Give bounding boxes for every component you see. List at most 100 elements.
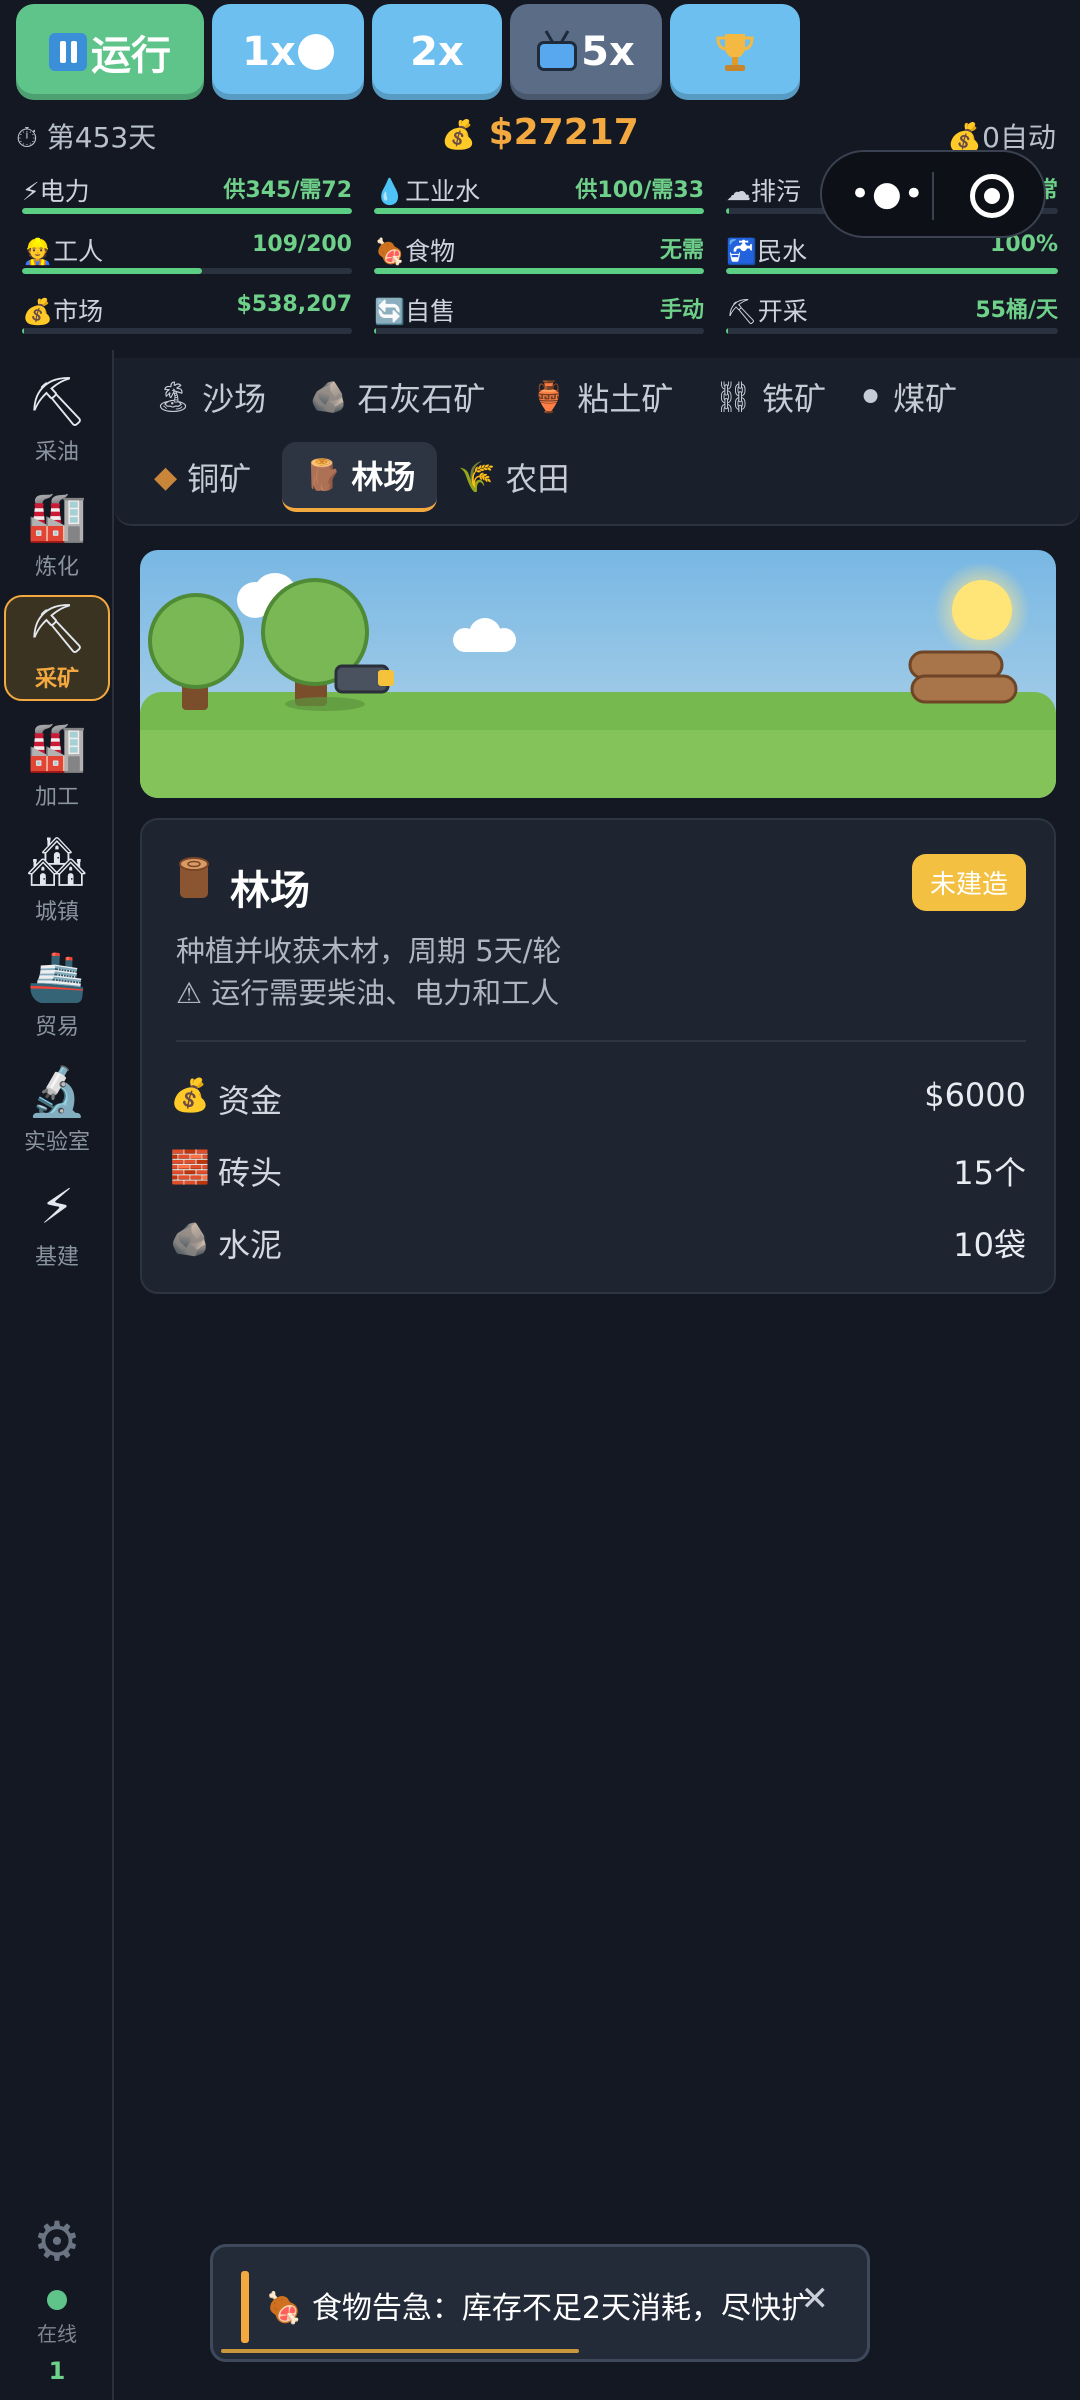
run-label: 运行: [91, 33, 171, 79]
stat-self-sell[interactable]: 🔄自售 手动: [374, 292, 704, 334]
stat-label: 市场: [53, 297, 104, 326]
cycle-icon: 🔄: [374, 297, 406, 326]
rock-icon: 🪨: [310, 379, 348, 415]
tab-sand[interactable]: 🏝 沙场: [132, 362, 288, 432]
online-status: 在线 1: [0, 2290, 114, 2385]
tab-label: 煤矿: [893, 380, 958, 418]
sidebar-item-label: 贸易: [34, 1015, 79, 1040]
speed-2x-button[interactable]: 2x: [372, 4, 502, 100]
worker-icon: 👷: [22, 237, 54, 266]
tab-forest[interactable]: 🪵 林场: [282, 442, 438, 512]
money-bag-icon: 💰: [22, 297, 54, 326]
gear-icon: ⚙: [32, 2210, 82, 2273]
stat-label: 电力: [39, 177, 90, 206]
pickaxe-icon: ⛏: [26, 601, 88, 657]
tab-copper[interactable]: ◆ 铜矿: [132, 442, 273, 512]
cloud-icon: ☁: [726, 177, 751, 206]
tab-label: 石灰石矿: [357, 380, 486, 418]
stat-value: 无需: [659, 238, 704, 263]
toast-message: 🍖 食物告急：库存不足2天消耗，尽快扩: [265, 2291, 811, 2326]
sun: [952, 580, 1012, 640]
speed-1x-button[interactable]: 1x: [212, 4, 364, 100]
factory-icon: 🏭: [27, 489, 87, 545]
cost-name: 砖头: [218, 1154, 283, 1192]
close-target-icon[interactable]: [970, 174, 1014, 218]
online-count: 1: [48, 2357, 66, 2385]
cost-row-cement: 🪨 水泥 10袋: [170, 1214, 1026, 1270]
stat-label: 开采: [757, 297, 808, 326]
building-title: 林场: [230, 868, 310, 914]
chain-icon: ⛓: [714, 379, 753, 415]
tab-label: 沙场: [202, 380, 267, 418]
stat-bar: [374, 208, 704, 214]
stat-value: 55桶/天: [975, 298, 1058, 323]
sidebar-item-label: 采油: [34, 440, 79, 465]
settings-button[interactable]: ⚙: [0, 2210, 114, 2273]
wood-log-icon: 🪵: [304, 457, 342, 493]
forest-scene-svg: [140, 562, 1056, 798]
speed-5x-button[interactable]: 5x: [510, 4, 662, 100]
tab-farmland[interactable]: 🌾 农田: [436, 442, 591, 512]
miniprogram-capsule: •●•: [820, 150, 1046, 238]
stat-value: 供345/需72: [223, 178, 352, 203]
trophy-icon: [716, 34, 754, 71]
money-bag-icon: 💰: [441, 118, 477, 151]
cloud-middle: [453, 618, 516, 652]
pickaxe-icon: ⛏: [726, 297, 758, 326]
tab-coal[interactable]: ⚫ 煤矿: [836, 362, 979, 432]
sidebar-item-mining[interactable]: ⛏ 采矿: [4, 595, 110, 701]
sidebar-item-refining[interactable]: 🏭 炼化: [4, 485, 110, 591]
money-value: $27217: [488, 112, 639, 153]
trophy-button[interactable]: [670, 4, 800, 100]
cost-row-bricks: 🧱 砖头 15个: [170, 1142, 1026, 1198]
sidebar-item-label: 加工: [34, 785, 79, 810]
stat-industrial-water: 💧工业水 供100/需33: [374, 172, 704, 214]
building-description: 种植并收获木材，周期 5天/轮: [176, 934, 562, 968]
sidebar-item-oil[interactable]: ⛏ 采油: [4, 370, 110, 476]
coal-icon: ⚫: [858, 379, 884, 415]
stat-label: 排污: [751, 177, 802, 206]
copper-diamond-icon: ◆: [154, 459, 178, 495]
building-info-card: 林场 未建造 种植并收获木材，周期 5天/轮 ⚠ 运行需要柴油、电力和工人 💰 …: [140, 818, 1056, 1294]
stat-bar: [22, 208, 352, 214]
speed-1x-label: 1x: [242, 29, 296, 75]
stat-label: 民水: [757, 237, 808, 266]
speed-controls: 运行 1x 2x 5x: [0, 0, 1080, 110]
food-alert-toast[interactable]: 🍖 食物告急：库存不足2天消耗，尽快扩 ✕: [210, 2244, 870, 2362]
sidebar-item-infrastructure[interactable]: ⚡ 基建: [4, 1175, 110, 1281]
tab-label: 铜矿: [187, 460, 252, 498]
stat-bar: [22, 328, 352, 334]
cost-name: 资金: [218, 1082, 283, 1120]
tab-label: 农田: [505, 460, 570, 498]
tab-clay[interactable]: 🏺 粘土矿: [508, 362, 695, 432]
cement-icon: 🪨: [170, 1220, 210, 1258]
divider: [176, 1040, 1026, 1042]
sidebar-item-processing[interactable]: 🏭 加工: [4, 715, 110, 821]
money-display: 💰 $27217: [0, 112, 1080, 153]
tab-limestone[interactable]: 🪨 石灰石矿: [288, 362, 507, 432]
sidebar-item-label: 炼化: [34, 555, 79, 580]
building-requirement: ⚠ 运行需要柴油、电力和工人: [176, 976, 560, 1010]
wood-log-icon: [179, 857, 209, 898]
sidebar-item-trade[interactable]: 🚢 贸易: [4, 945, 110, 1051]
cost-value: 10袋: [953, 1226, 1026, 1264]
stat-label: 工业水: [405, 177, 481, 206]
tab-iron[interactable]: ⛓ 铁矿: [692, 362, 848, 432]
stat-bar: [374, 268, 704, 274]
cost-value: $6000: [924, 1076, 1026, 1114]
tap-water-icon: 🚰: [726, 237, 758, 266]
tab-label: 铁矿: [762, 380, 827, 418]
more-menu-icon[interactable]: •●•: [850, 174, 926, 214]
sidebar-item-label: 城镇: [34, 900, 79, 925]
cost-value: 15个: [953, 1154, 1026, 1192]
run-pause-button[interactable]: 运行: [16, 4, 204, 100]
sidebar-item-label: 实验室: [23, 1130, 90, 1155]
toast-timer-bar: [221, 2349, 579, 2353]
sidebar-item-town[interactable]: 🏘 城镇: [4, 830, 110, 936]
forest-scene-illustration: [140, 550, 1056, 798]
sidebar-item-lab[interactable]: 🔬 实验室: [4, 1060, 110, 1166]
close-icon[interactable]: ✕: [801, 2279, 830, 2319]
stat-workers: 👷工人 109/200: [22, 232, 352, 274]
lightning-icon: ⚡: [22, 177, 40, 206]
stat-value: $538,207: [236, 292, 352, 317]
